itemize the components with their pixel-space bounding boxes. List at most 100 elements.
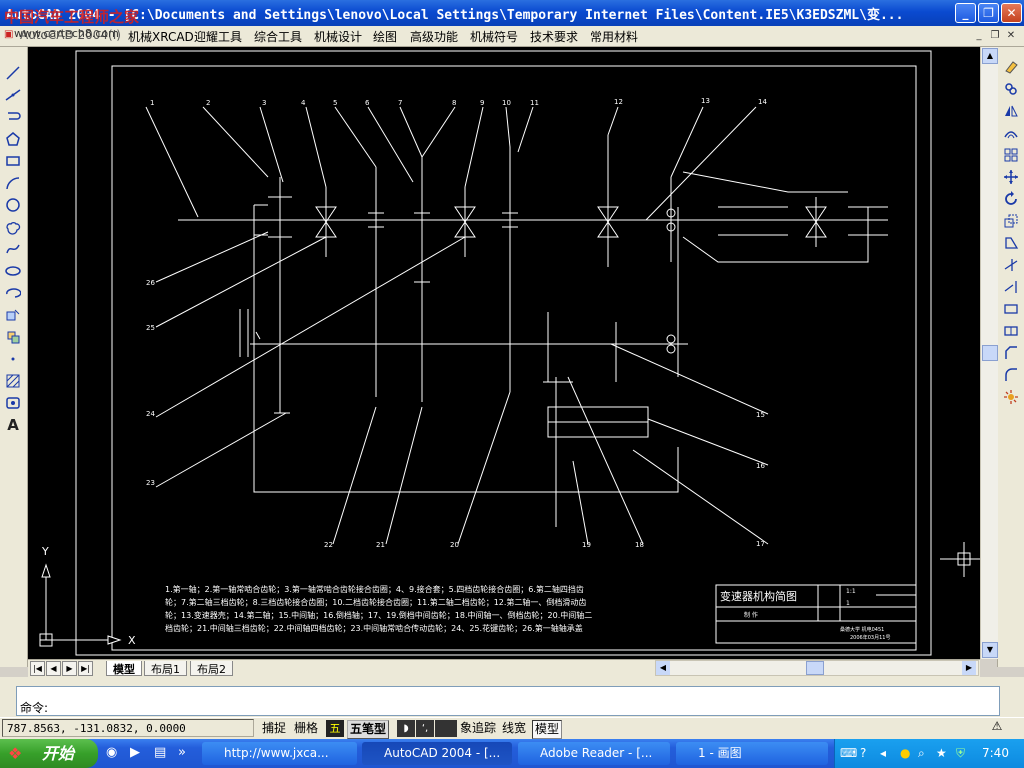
doc-close-button[interactable]: ✕ — [1004, 29, 1018, 42]
extend-icon[interactable] — [1001, 277, 1021, 297]
comm-center-icon[interactable]: ⚠ — [988, 719, 1006, 737]
copy-icon[interactable] — [1001, 79, 1021, 99]
star-icon[interactable]: ★ — [936, 746, 947, 760]
hatch-icon[interactable] — [3, 371, 23, 391]
polyline-icon[interactable] — [3, 107, 23, 127]
menu-mech-design[interactable]: 机械设计 — [314, 28, 362, 45]
quicklaunch-browser-icon[interactable]: ◉ — [106, 745, 122, 761]
polygon-icon[interactable] — [3, 129, 23, 149]
snap-toggle[interactable]: 捕捉 — [260, 720, 288, 737]
mirror-icon[interactable] — [1001, 101, 1021, 121]
chamfer-icon[interactable] — [1001, 343, 1021, 363]
horizontal-scroll-thumb[interactable] — [806, 661, 824, 675]
multiline-text-icon[interactable]: A — [3, 415, 23, 435]
stretch-icon[interactable] — [1001, 233, 1021, 253]
scroll-up-icon[interactable]: ▲ — [982, 48, 998, 64]
offset-icon[interactable] — [1001, 123, 1021, 143]
menu-general-tools[interactable]: 综合工具 — [254, 28, 302, 45]
drawing-canvas[interactable]: 1 2 3 4 5 6 7 8 9 10 11 12 13 14 26 25 2… — [28, 47, 980, 659]
model-space-toggle[interactable]: 模型 — [532, 720, 563, 739]
break-icon[interactable] — [1001, 299, 1021, 319]
menu-yingyao-tools[interactable]: 迎耀工具 — [194, 28, 242, 45]
grid-toggle[interactable]: 栅格 — [292, 720, 320, 737]
object-tracking-toggle[interactable]: 象追踪 — [458, 720, 498, 737]
part-label-18: 18 — [635, 541, 644, 549]
prev-tab-icon[interactable]: ◀ — [46, 661, 61, 676]
clock: 7:40 — [982, 746, 1009, 760]
join-icon[interactable] — [1001, 321, 1021, 341]
quicklaunch-media-icon[interactable]: ▶ — [130, 745, 146, 761]
doc-restore-button[interactable]: ❐ — [988, 29, 1002, 42]
maximize-button[interactable]: ❐ — [978, 3, 999, 23]
line-tool-icon[interactable] — [3, 63, 23, 83]
help-icon[interactable]: ? — [860, 746, 866, 760]
scroll-left-icon[interactable]: ◀ — [656, 661, 670, 675]
keyboard-icon[interactable]: ⌨ — [840, 746, 857, 760]
scroll-right-icon[interactable]: ▶ — [962, 661, 976, 675]
autocad-app-icon[interactable]: ▣ — [4, 29, 13, 40]
ellipse-icon[interactable] — [3, 261, 23, 281]
command-input[interactable] — [62, 698, 966, 714]
vertical-scrollbar[interactable]: ▲ ▼ — [980, 47, 998, 659]
part-label-7: 7 — [398, 99, 402, 107]
title-bar: AutoCAD 2004 - [C:\Documents and Setting… — [0, 0, 1024, 26]
circle-icon[interactable] — [3, 195, 23, 215]
spline-icon[interactable] — [3, 239, 23, 259]
search-icon[interactable]: ⌕ — [918, 746, 925, 761]
quicklaunch-doc-icon[interactable]: ▤ — [154, 745, 170, 761]
menu-advanced[interactable]: 高级功能 — [410, 28, 458, 45]
tab-layout2[interactable]: 布局2 — [190, 661, 233, 676]
array-icon[interactable] — [1001, 145, 1021, 165]
ime-punct-icon[interactable]: ‘, — [416, 720, 434, 737]
task-autocad[interactable]: AutoCAD 2004 - [... — [362, 742, 512, 765]
ime-logo-icon[interactable]: 五 — [326, 720, 344, 737]
arc-icon[interactable] — [3, 173, 23, 193]
revcloud-icon[interactable] — [3, 217, 23, 237]
shield-icon[interactable]: ⛨ — [956, 746, 965, 761]
scroll-down-icon[interactable]: ▼ — [982, 642, 998, 658]
fillet-icon[interactable] — [1001, 365, 1021, 385]
menu-materials[interactable]: 常用材料 — [590, 28, 638, 45]
ime-halfwidth-icon[interactable]: ◗ — [397, 720, 415, 737]
move-icon[interactable] — [1001, 167, 1021, 187]
lineweight-toggle[interactable]: 线宽 — [500, 720, 528, 737]
volume-icon[interactable]: ◂ — [880, 746, 886, 760]
construction-line-icon[interactable] — [3, 85, 23, 105]
menu-xrcad[interactable]: 机械XRCAD — [128, 28, 194, 45]
last-tab-icon[interactable]: ▶| — [78, 661, 93, 676]
close-button[interactable]: ✕ — [1001, 3, 1022, 23]
menu-tech-requirements[interactable]: 技术要求 — [530, 28, 578, 45]
erase-icon[interactable] — [1001, 57, 1021, 77]
ellipse-arc-icon[interactable] — [3, 283, 23, 303]
task-paint[interactable]: 1 - 画图 — [676, 742, 828, 765]
menu-draw[interactable]: 绘图 — [373, 28, 397, 45]
title-block-qty: 1 — [846, 600, 850, 607]
trim-icon[interactable] — [1001, 255, 1021, 275]
scale-icon[interactable] — [1001, 211, 1021, 231]
rotate-icon[interactable] — [1001, 189, 1021, 209]
make-block-icon[interactable] — [3, 327, 23, 347]
doc-minimize-button[interactable]: _ — [972, 29, 986, 42]
horizontal-scrollbar[interactable]: ◀ ▶ — [655, 660, 979, 676]
ime-wubi-indicator[interactable]: 五笔型 — [347, 720, 390, 739]
tab-model[interactable]: 模型 — [106, 661, 142, 676]
quicklaunch-extra-icon[interactable]: » — [178, 745, 194, 761]
task-adobe-reader[interactable]: Adobe Reader - [... — [518, 742, 670, 765]
vertical-scroll-thumb[interactable] — [982, 345, 998, 361]
minimize-button[interactable]: _ — [955, 3, 976, 23]
rectangle-icon[interactable] — [3, 151, 23, 171]
tab-layout1[interactable]: 布局1 — [144, 661, 187, 676]
insert-block-icon[interactable] — [3, 305, 23, 325]
start-button[interactable]: ❖ 开始 — [0, 739, 98, 768]
qq-icon[interactable]: ● — [900, 746, 910, 760]
point-icon[interactable] — [3, 349, 23, 369]
part-label-17: 17 — [756, 540, 765, 548]
menu-mech-symbols[interactable]: 机械符号 — [470, 28, 518, 45]
explode-icon[interactable] — [1001, 387, 1021, 407]
ime-keyboard-icon[interactable] — [435, 720, 457, 737]
first-tab-icon[interactable]: |◀ — [30, 661, 45, 676]
region-icon[interactable] — [3, 393, 23, 413]
task-browser[interactable]: http://www.jxca... — [202, 742, 357, 765]
window-title: AutoCAD 2004 - [C:\Documents and Setting… — [6, 4, 903, 23]
next-tab-icon[interactable]: ▶ — [62, 661, 77, 676]
